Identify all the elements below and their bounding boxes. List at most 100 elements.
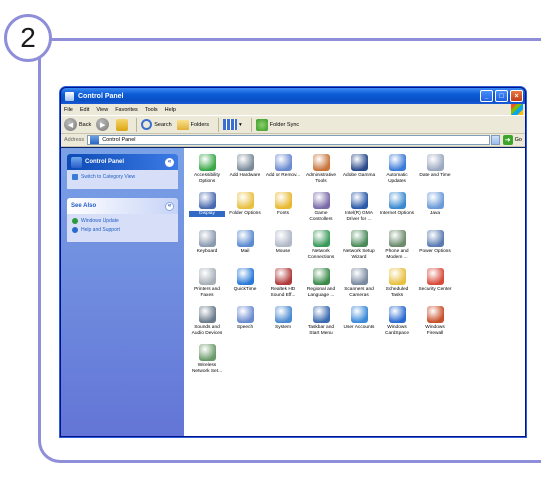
cp-item-wireless-network-set[interactable]: Wireless Network Set... bbox=[188, 344, 226, 382]
cp-item-scanners-and-cameras[interactable]: Scanners and Cameras bbox=[340, 268, 378, 306]
cp-item-label: Adobe Gamma bbox=[342, 173, 376, 178]
back-button[interactable]: ◀ Back bbox=[64, 118, 91, 131]
cp-item-label: Intel(R) GMA Driver for ... bbox=[345, 211, 373, 222]
cp-item-quicktime[interactable]: QuickTime bbox=[226, 268, 264, 306]
cp-item-label: Automatic Updates bbox=[386, 173, 408, 184]
mouse-icon bbox=[274, 230, 292, 247]
folder-sync-button[interactable]: Folder Sync bbox=[255, 118, 299, 131]
cp-item-label: Wireless Network Set... bbox=[191, 363, 223, 374]
cp-item-folder-options[interactable]: Folder Options bbox=[226, 192, 264, 230]
cp-item-add-hardware[interactable]: Add Hardware bbox=[226, 154, 264, 192]
cp-item-system[interactable]: System bbox=[264, 306, 302, 344]
cp-item-fonts[interactable]: Fonts bbox=[264, 192, 302, 230]
maximize-button[interactable]: □ bbox=[495, 90, 508, 102]
cp-item-java[interactable]: Java bbox=[416, 192, 454, 230]
address-input[interactable]: Control Panel bbox=[87, 135, 490, 145]
cp-item-label: Security Center bbox=[418, 287, 452, 292]
cp-item-label: Administrative Tools bbox=[305, 173, 337, 184]
phone-and-modem-icon bbox=[388, 230, 406, 247]
see-also-section-header[interactable]: See Also « bbox=[67, 198, 178, 214]
control-panel-section-body: Switch to Category View bbox=[67, 170, 178, 189]
views-dropdown-icon: ▾ bbox=[239, 121, 242, 128]
administrative-tools-icon bbox=[312, 154, 330, 171]
cp-item-label: Windows CardSpace bbox=[385, 325, 409, 336]
toolbar-separator bbox=[218, 117, 220, 132]
cp-item-mail[interactable]: Mail bbox=[226, 230, 264, 268]
cp-item-network-setup-wizard[interactable]: Network Setup Wizard bbox=[340, 230, 378, 268]
cp-item-taskbar-and-start-menu[interactable]: Taskbar and Start Menu bbox=[302, 306, 340, 344]
search-button[interactable]: Search bbox=[141, 119, 172, 130]
cp-item-adobe-gamma[interactable]: Adobe Gamma bbox=[340, 154, 378, 192]
cp-item-administrative-tools[interactable]: Administrative Tools bbox=[302, 154, 340, 192]
step-number-badge: 2 bbox=[4, 14, 52, 62]
control-panel-section-header[interactable]: Control Panel « bbox=[67, 154, 178, 170]
cp-item-security-center[interactable]: Security Center bbox=[416, 268, 454, 306]
help-icon bbox=[72, 227, 78, 233]
cp-item-sounds-and-audio-devices[interactable]: Sounds and Audio Devices bbox=[188, 306, 226, 344]
cp-item-game-controllers[interactable]: Game Controllers bbox=[302, 192, 340, 230]
go-button[interactable]: ➜ Go bbox=[502, 135, 522, 145]
menu-tools[interactable]: Tools bbox=[145, 107, 158, 113]
link-label: Windows Update bbox=[81, 218, 119, 224]
cp-item-keyboard[interactable]: Keyboard bbox=[188, 230, 226, 268]
cp-item-scheduled-tasks[interactable]: Scheduled Tasks bbox=[378, 268, 416, 306]
collapse-chevron-icon[interactable]: « bbox=[165, 157, 174, 167]
cp-item-label: Keyboard bbox=[196, 249, 218, 254]
java-icon bbox=[426, 192, 444, 209]
cp-item-display[interactable]: Display bbox=[188, 192, 226, 230]
cp-item-mouse[interactable]: Mouse bbox=[264, 230, 302, 268]
views-button[interactable]: ▾ bbox=[223, 119, 242, 130]
forward-button[interactable]: ▶ bbox=[96, 118, 111, 131]
menu-edit[interactable]: Edit bbox=[80, 107, 89, 113]
cp-item-regional-and-language[interactable]: Regional and Language ... bbox=[302, 268, 340, 306]
cp-item-label: Speech bbox=[236, 325, 254, 330]
cp-item-phone-and-modem[interactable]: Phone and Modem ... bbox=[378, 230, 416, 268]
close-button[interactable]: × bbox=[510, 90, 523, 102]
keyboard-icon bbox=[198, 230, 216, 247]
menu-file[interactable]: File bbox=[64, 107, 73, 113]
folder-options-icon bbox=[236, 192, 254, 209]
security-center-icon bbox=[426, 268, 444, 285]
up-folder-icon[interactable] bbox=[116, 118, 129, 131]
cp-item-add-or-remov[interactable]: Add or Remov... bbox=[264, 154, 302, 192]
minimize-button[interactable]: _ bbox=[480, 90, 493, 102]
cp-item-accessibility-options[interactable]: Accessibility Options bbox=[188, 154, 226, 192]
menu-help[interactable]: Help bbox=[165, 107, 176, 113]
go-arrow-icon: ➜ bbox=[502, 135, 513, 145]
cp-item-speech[interactable]: Speech bbox=[226, 306, 264, 344]
cp-item-realtek-hd-sound-eff[interactable]: Realtek HD Sound Eff... bbox=[264, 268, 302, 306]
control-panel-window: Control Panel _ □ × File Edit View Favorite… bbox=[60, 87, 526, 437]
cp-item-label: Accessibility Options bbox=[193, 173, 221, 184]
cp-item-network-connections[interactable]: Network Connections bbox=[302, 230, 340, 268]
folders-button[interactable]: Folders bbox=[176, 119, 209, 130]
content-area: Control Panel « Switch to Category View … bbox=[61, 148, 525, 436]
help-and-support-link[interactable]: Help and Support bbox=[72, 227, 173, 233]
windows-logo-icon bbox=[511, 104, 523, 115]
windows-update-link[interactable]: Windows Update bbox=[72, 218, 173, 224]
cp-item-automatic-updates[interactable]: Automatic Updates bbox=[378, 154, 416, 192]
cp-item-windows-cardspace[interactable]: Windows CardSpace bbox=[378, 306, 416, 344]
windows-cardspace-icon bbox=[388, 306, 406, 323]
game-controllers-icon bbox=[312, 192, 330, 209]
cp-item-power-options[interactable]: Power Options bbox=[416, 230, 454, 268]
menu-favorites[interactable]: Favorites bbox=[115, 107, 138, 113]
cp-item-intel-r-gma-driver-for[interactable]: Intel(R) GMA Driver for ... bbox=[340, 192, 378, 230]
title-bar[interactable]: Control Panel _ □ × bbox=[61, 88, 525, 104]
cp-item-label: Network Connections bbox=[307, 249, 335, 260]
cp-item-label: Java bbox=[429, 211, 441, 216]
control-panel-icon bbox=[71, 156, 82, 168]
windows-firewall-icon bbox=[426, 306, 444, 323]
cp-item-date-and-time[interactable]: Date and Time bbox=[416, 154, 454, 192]
address-dropdown-button[interactable] bbox=[490, 135, 500, 145]
network-setup-wizard-icon bbox=[350, 230, 368, 247]
cp-item-windows-firewall[interactable]: Windows Firewall bbox=[416, 306, 454, 344]
collapse-chevron-icon[interactable]: « bbox=[165, 201, 174, 211]
automatic-updates-icon bbox=[388, 154, 406, 171]
cp-item-internet-options[interactable]: Internet Options bbox=[378, 192, 416, 230]
cp-item-printers-and-faxes[interactable]: Printers and Faxes bbox=[188, 268, 226, 306]
switch-to-category-view-link[interactable]: Switch to Category View bbox=[72, 174, 173, 180]
cp-item-label: Realtek HD Sound Eff... bbox=[270, 287, 296, 298]
add-or-remov-icon bbox=[274, 154, 292, 171]
cp-item-user-accounts[interactable]: User Accounts bbox=[340, 306, 378, 344]
menu-view[interactable]: View bbox=[96, 107, 108, 113]
